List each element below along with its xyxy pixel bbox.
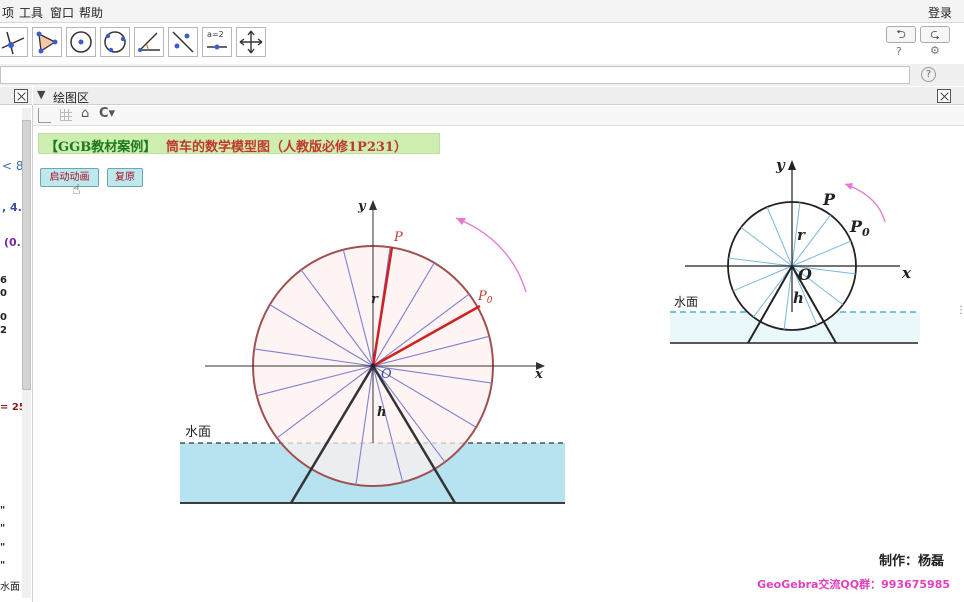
- inset-y-arrow-icon: [788, 160, 796, 170]
- author-credit: 制作：杨磊: [878, 554, 944, 569]
- resize-handle-icon[interactable]: ⋮: [956, 305, 964, 316]
- rotation-arc: [455, 217, 527, 293]
- y-axis-arrow-icon: [369, 200, 377, 210]
- point-p0-label: P0: [477, 289, 493, 306]
- x-axis-label: x: [534, 367, 543, 382]
- graphics-canvas[interactable]: y x P P0 r O h 水面 y x P P0 r O h 水面: [0, 0, 964, 602]
- inset-o-label: O: [798, 265, 812, 284]
- inset-y-label: y: [775, 156, 786, 174]
- radius-label: r: [371, 292, 379, 307]
- water-label: 水面: [185, 425, 211, 440]
- point-p-label: P: [393, 230, 403, 245]
- height-label: h: [377, 405, 386, 420]
- inset-p-label: P: [822, 190, 836, 209]
- qq-group-text: GeoGebra交流QQ群：993675985: [757, 578, 950, 591]
- origin-point[interactable]: [370, 363, 376, 369]
- inset-r-label: r: [797, 226, 806, 244]
- inset-p0-label: P0: [849, 217, 870, 239]
- origin-label: O: [381, 367, 392, 382]
- inset-water-label: 水面: [674, 295, 698, 309]
- inset-x-label: x: [901, 264, 912, 282]
- inset-rotation-arrow-icon: [845, 183, 853, 190]
- y-axis-label: y: [357, 199, 367, 214]
- inset-h-label: h: [793, 289, 804, 307]
